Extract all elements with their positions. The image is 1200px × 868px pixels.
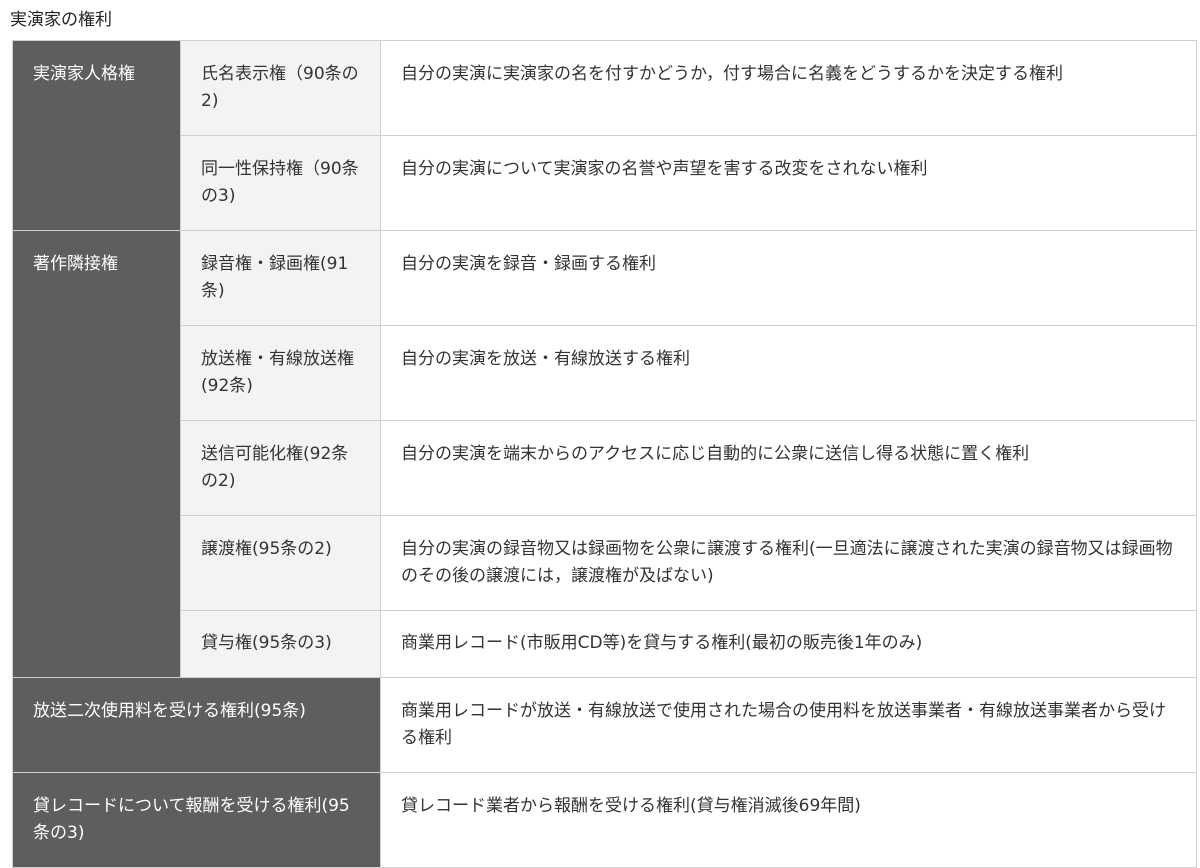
sub-right-cell: 放送権・有線放送権(92条) <box>180 325 381 421</box>
description-cell: 商業用レコード(市販用CD等)を貸与する権利(最初の販売後1年のみ) <box>380 610 1197 678</box>
category-cell: 放送二次使用料を受ける権利(95条) <box>12 677 381 773</box>
sub-right-cell: 貸与権(95条の3) <box>180 610 381 678</box>
category-cell: 実演家人格権 <box>12 40 181 231</box>
category-cell: 貸レコードについて報酬を受ける権利(95条の3) <box>12 772 381 868</box>
table-row: 送信可能化権(92条の2) 自分の実演を端末からのアクセスに応じ自動的に公衆に送… <box>13 420 1197 516</box>
description-cell: 自分の実演について実演家の名誉や声望を害する改変をされない権利 <box>380 135 1197 231</box>
description-cell: 自分の実演を録音・録画する権利 <box>380 230 1197 326</box>
description-cell: 商業用レコードが放送・有線放送で使用された場合の使用料を放送事業者・有線放送事業… <box>380 677 1197 773</box>
table-row: 実演家人格権 氏名表示権（90条の2) 自分の実演に実演家の名を付すかどうか，付… <box>12 40 1197 231</box>
description-cell: 自分の実演に実演家の名を付すかどうか，付す場合に名義をどうするかを決定する権利 <box>380 40 1197 136</box>
sub-right-cell: 録音権・録画権(91条) <box>180 230 381 326</box>
sub-right-cell: 氏名表示権（90条の2) <box>180 40 381 136</box>
table-caption: 実演家の権利 <box>10 10 112 30</box>
description-cell: 貸レコード業者から報酬を受ける権利(貸与権消滅後69年間) <box>380 772 1197 868</box>
sub-right-cell: 同一性保持権（90条の3) <box>180 135 381 231</box>
table-row: 譲渡権(95条の2) 自分の実演の録音物又は録画物を公衆に譲渡する権利(一旦適法… <box>13 515 1197 611</box>
description-cell: 自分の実演の録音物又は録画物を公衆に譲渡する権利(一旦適法に譲渡された実演の録音… <box>380 515 1197 611</box>
description-cell: 自分の実演を端末からのアクセスに応じ自動的に公衆に送信し得る状態に置く権利 <box>380 420 1197 516</box>
category-cell: 著作隣接権 <box>12 230 181 678</box>
sub-right-cell: 送信可能化権(92条の2) <box>180 420 381 516</box>
table-row: 貸レコードについて報酬を受ける権利(95条の3) 貸レコード業者から報酬を受ける… <box>12 772 1197 868</box>
table-row: 貸与権(95条の3) 商業用レコード(市販用CD等)を貸与する権利(最初の販売後… <box>13 610 1197 678</box>
table-row: 放送二次使用料を受ける権利(95条) 商業用レコードが放送・有線放送で使用された… <box>12 677 1197 773</box>
description-cell: 自分の実演を放送・有線放送する権利 <box>380 325 1197 421</box>
sub-right-cell: 譲渡権(95条の2) <box>180 515 381 611</box>
rights-table: 実演家人格権 氏名表示権（90条の2) 自分の実演に実演家の名を付すかどうか，付… <box>12 40 1197 868</box>
table-row: 放送権・有線放送権(92条) 自分の実演を放送・有線放送する権利 <box>13 325 1197 421</box>
table-row: 著作隣接権 録音権・録画権(91条) 自分の実演を録音・録画する権利 <box>12 230 1197 678</box>
table-row: 同一性保持権（90条の3) 自分の実演について実演家の名誉や声望を害する改変をさ… <box>13 135 1197 231</box>
